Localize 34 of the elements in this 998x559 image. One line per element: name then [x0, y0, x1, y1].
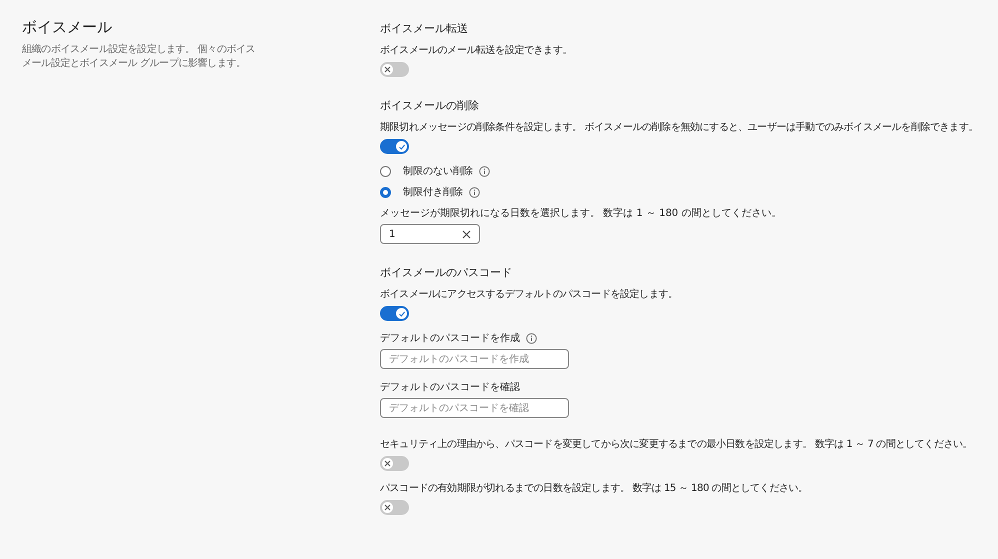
page-description: 組織のボイスメール設定を設定します。 個々のボイスメール設定とボイスメール グループに影響します。 [22, 43, 256, 71]
setting-description: 期限切れメッセージの削除条件を設定します。 ボイスメールの削除を無効にすると、ユーザーは手動でのみボイスメールを削除できます。 [380, 121, 979, 134]
close-icon [384, 460, 391, 467]
toggle-switch[interactable] [380, 62, 409, 77]
section-heading: ボイスメール転送 [380, 22, 469, 36]
radio-label: 制限のない削除 [403, 165, 473, 178]
input-field[interactable]: デフォルトのパスコードを確認 [380, 398, 569, 418]
info-icon[interactable] [526, 333, 537, 344]
page-title: ボイスメール [22, 18, 113, 37]
clear-icon[interactable] [462, 230, 471, 238]
info-icon[interactable] [479, 166, 490, 177]
info-icon[interactable] [469, 187, 480, 198]
section-heading: ボイスメールの削除 [380, 99, 480, 113]
toggle-switch[interactable] [380, 139, 409, 154]
close-icon [384, 66, 391, 73]
radio-button[interactable] [380, 166, 391, 177]
check-icon [398, 142, 406, 150]
setting-description: ボイスメールのメール転送を設定できます。 [380, 44, 574, 57]
check-icon [398, 310, 406, 318]
input-field[interactable]: 1 [380, 224, 480, 244]
toggle-switch[interactable] [380, 306, 409, 321]
field-label: デフォルトのパスコードを作成 [380, 332, 520, 345]
field-label: デフォルトのパスコードを確認 [380, 381, 520, 394]
setting-description: セキュリティ上の理由から、パスコードを変更してから次に変更するまでの最小日数を設定します。 数字は 1 ～ 7 の間としてください。 [380, 438, 974, 451]
input-field[interactable]: デフォルトのパスコードを作成 [380, 349, 569, 369]
setting-description: ボイスメールにアクセスするデフォルトのパスコードを設定します。 [380, 288, 679, 301]
close-icon [384, 504, 391, 511]
setting-description: パスコードの有効期限が切れるまでの日数を設定します。 数字は 15 ～ 180 の間としてください。 [380, 482, 809, 495]
radio-button[interactable] [380, 187, 391, 198]
radio-label: 制限付き削除 [403, 186, 463, 199]
toggle-switch[interactable] [380, 456, 409, 471]
field-label: メッセージが期限切れになる日数を選択します。 数字は 1 ～ 180 の間としてください。 [380, 207, 782, 220]
toggle-switch[interactable] [380, 500, 409, 515]
section-heading: ボイスメールのパスコード [380, 266, 513, 280]
